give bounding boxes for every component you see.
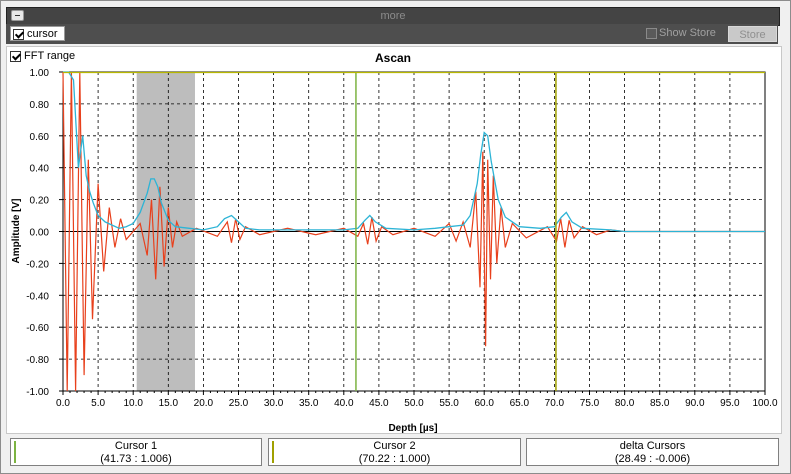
x-tick-label: 95.0 — [720, 398, 740, 409]
ascan-chart[interactable]: Ascan Depth [µs] Amplitude [V] 0.0 5.0 10.… — [0, 0, 791, 474]
y-tick-label: 1.00 — [30, 68, 50, 79]
cursor2-color-bar — [272, 441, 274, 463]
cursor2-readout: Cursor 2 (70.22 : 1.000) — [268, 438, 521, 466]
x-tick-label: 10.0 — [123, 398, 143, 409]
x-tick-label: 50.0 — [404, 398, 424, 409]
delta-cursors-title: delta Cursors — [619, 440, 686, 452]
x-tick-label: 90.0 — [685, 398, 705, 409]
x-tick-label: 60.0 — [474, 398, 494, 409]
y-tick-label: -0.40 — [26, 291, 49, 302]
x-tick-label: 70.0 — [545, 398, 565, 409]
x-tick-label: 35.0 — [299, 398, 319, 409]
y-tick-label: 0.40 — [30, 164, 50, 175]
x-tick-label: 80.0 — [615, 398, 635, 409]
x-tick-label: 5.0 — [91, 398, 105, 409]
x-tick-label: 45.0 — [369, 398, 389, 409]
y-axis-label: Amplitude [V] — [11, 199, 22, 264]
x-tick-label: 40.0 — [334, 398, 354, 409]
x-tick-label: 25.0 — [229, 398, 249, 409]
cursor1-value: (41.73 : 1.006) — [100, 453, 172, 465]
x-tick-label: 75.0 — [580, 398, 600, 409]
x-tick-label: 55.0 — [439, 398, 459, 409]
delta-cursors-value: (28.49 : -0.006) — [614, 453, 691, 465]
cursor1-color-bar — [14, 441, 16, 463]
cursor1-title: Cursor 1 — [114, 440, 158, 452]
y-tick-label: 0.60 — [30, 132, 50, 143]
y-tick-label: -0.20 — [26, 259, 49, 270]
y-tick-label: 0.80 — [30, 100, 50, 111]
x-tick-label: 100.0 — [752, 398, 777, 409]
delta-cursors-readout: delta Cursors (28.49 : -0.006) — [526, 438, 779, 466]
y-tick-label: -0.60 — [26, 323, 49, 334]
x-tick-label: 15.0 — [159, 398, 179, 409]
y-tick-label: -0.80 — [26, 355, 49, 366]
y-tick-label: -1.00 — [26, 387, 49, 398]
y-tick-label: 0.20 — [30, 196, 50, 207]
cursor2-title: Cursor 2 — [373, 440, 416, 452]
cursor2-value: (70.22 : 1.000) — [358, 453, 431, 465]
cursor1-readout: Cursor 1 (41.73 : 1.006) — [10, 438, 262, 466]
x-tick-label: 30.0 — [264, 398, 284, 409]
x-tick-label: 0.0 — [56, 398, 70, 409]
x-axis-label: Depth [µs] — [388, 423, 437, 434]
x-tick-label: 65.0 — [510, 398, 530, 409]
x-tick-label: 85.0 — [650, 398, 670, 409]
chart-title: Ascan — [375, 51, 411, 65]
x-tick-label: 20.0 — [194, 398, 214, 409]
y-tick-label: 0.00 — [30, 228, 50, 239]
